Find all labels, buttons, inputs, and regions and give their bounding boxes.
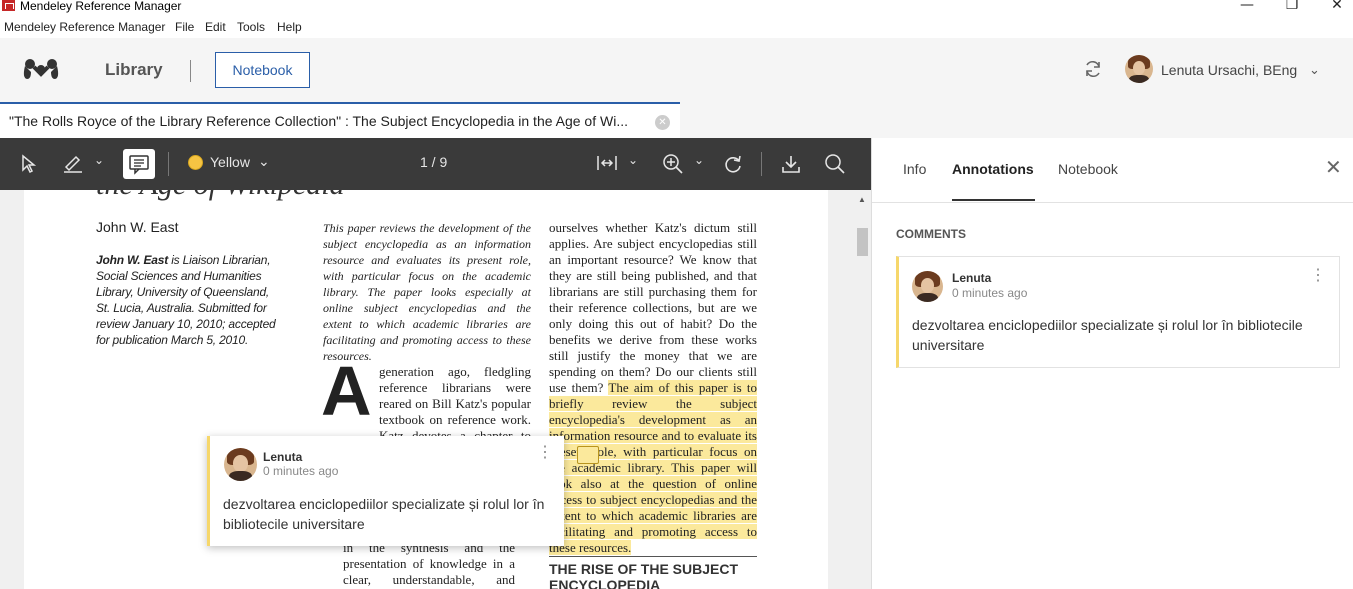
comment-more-icon[interactable]: ⋮ <box>1310 268 1326 284</box>
pdf-author: John W. East <box>96 219 179 235</box>
pdf-bio-text: is Liaison Librarian, Social Sciences an… <box>96 253 276 347</box>
pdf-abstract: This paper reviews the development of th… <box>323 221 531 363</box>
menu-bar: Mendeley Reference Manager File Edit Too… <box>0 18 1353 38</box>
menu-app[interactable]: Mendeley Reference Manager <box>4 20 165 34</box>
chevron-down-icon[interactable]: ⌄ <box>1309 62 1320 78</box>
pdf-bio-name: John W. East <box>96 253 169 267</box>
minimize-button[interactable]: — <box>1224 0 1270 15</box>
nav-library[interactable]: Library <box>105 60 163 80</box>
comments-section-title: COMMENTS <box>896 227 966 241</box>
comment-marker-icon[interactable] <box>577 446 599 464</box>
color-swatch-icon[interactable] <box>188 155 203 170</box>
close-panel-icon[interactable]: ✕ <box>1325 158 1342 178</box>
comment-tool-button[interactable] <box>123 149 155 179</box>
side-panel: Info Annotations Notebook ✕ COMMENTS Len… <box>871 138 1353 589</box>
mendeley-app-icon <box>2 0 15 11</box>
user-avatar[interactable] <box>1125 55 1153 83</box>
document-tab[interactable]: "The Rolls Royce of the Library Referenc… <box>0 102 680 138</box>
pdf-dropcap: A <box>321 352 372 430</box>
commenter-avatar <box>224 448 257 481</box>
download-icon[interactable] <box>780 153 802 178</box>
comment-card[interactable]: Lenuta 0 minutes ago ⋮ dezvoltarea encic… <box>896 256 1340 368</box>
document-tabstrip: "The Rolls Royce of the Library Referenc… <box>0 102 1353 138</box>
toolbar-separator <box>761 152 762 176</box>
scroll-up-icon[interactable]: ▲ <box>858 195 866 204</box>
popup-comment-text[interactable]: dezvoltarea enciclopediilor specializate… <box>223 494 558 534</box>
comment-avatar <box>912 271 943 302</box>
highlighted-text[interactable]: The aim of this paper is to briefly revi… <box>549 380 758 555</box>
pdf-scrollbar[interactable]: ▲ <box>855 190 871 589</box>
header-divider <box>190 60 191 82</box>
pdf-toolbar: ⌄ Yellow ⌄ 1 / 9 ⌄ ⌄ <box>0 138 871 190</box>
tab-info[interactable]: Info <box>903 161 926 177</box>
toolbar-separator <box>168 152 169 176</box>
select-pointer-icon[interactable] <box>20 154 38 177</box>
color-select[interactable]: Yellow <box>210 154 250 170</box>
pdf-text: ourselves whether Katz's dictum still ap… <box>549 220 757 395</box>
highlighter-icon[interactable] <box>62 153 84 176</box>
comment-text: dezvoltarea enciclopediilor specializate… <box>912 317 1303 353</box>
pdf-paragraph-continued: in the synthesis and the presentation of… <box>343 540 515 589</box>
pdf-section-heading: THE RISE OF THE SUBJECT ENCYCLOPEDIA <box>549 561 739 589</box>
window-title: Mendeley Reference Manager <box>20 0 182 13</box>
comment-time: 0 minutes ago <box>952 286 1028 300</box>
mendeley-logo[interactable] <box>22 58 60 80</box>
close-window-button[interactable]: ✕ <box>1314 0 1353 15</box>
fit-chevron-icon[interactable]: ⌄ <box>628 153 638 167</box>
pdf-title-fragment: the Age of Wikipedia <box>96 190 345 202</box>
menu-help[interactable]: Help <box>277 20 302 34</box>
page-indicator[interactable]: 1 / 9 <box>420 154 447 170</box>
document-tab-title: "The Rolls Royce of the Library Referenc… <box>9 113 628 129</box>
tab-annotations[interactable]: Annotations <box>952 161 1034 177</box>
popup-time: 0 minutes ago <box>263 464 339 478</box>
annotation-popup[interactable]: Lenuta 0 minutes ago ⋮ dezvoltarea encic… <box>207 436 564 546</box>
scrollbar-thumb[interactable] <box>857 228 868 256</box>
nav-notebook-button[interactable]: Notebook <box>215 52 310 88</box>
tab-notebook[interactable]: Notebook <box>1058 161 1118 177</box>
user-name[interactable]: Lenuta Ursachi, BEng <box>1161 62 1297 78</box>
sync-icon[interactable] <box>1083 59 1103 79</box>
menu-file[interactable]: File <box>175 20 194 34</box>
menu-edit[interactable]: Edit <box>205 20 226 34</box>
active-tab-indicator <box>952 199 1035 201</box>
color-chevron-icon[interactable]: ⌄ <box>258 153 270 170</box>
rotate-icon[interactable] <box>722 153 744 178</box>
highlighter-chevron-icon[interactable]: ⌄ <box>94 153 104 167</box>
pdf-bio: John W. East is Liaison Librarian, Socia… <box>96 252 278 348</box>
window-titlebar: Mendeley Reference Manager — ❐ ✕ <box>0 0 1353 15</box>
zoom-chevron-icon[interactable]: ⌄ <box>694 153 704 167</box>
zoom-in-icon[interactable] <box>662 153 684 178</box>
close-tab-icon[interactable]: ✕ <box>655 115 670 130</box>
search-icon[interactable] <box>824 153 846 178</box>
fit-width-icon[interactable] <box>596 153 618 176</box>
comment-author: Lenuta <box>952 271 992 285</box>
pdf-rule <box>549 556 757 557</box>
maximize-button[interactable]: ❐ <box>1269 0 1315 15</box>
app-header: Library Notebook Lenuta Ursachi, BEng ⌄ <box>0 38 1353 102</box>
more-options-icon[interactable]: ⋮ <box>537 445 553 461</box>
pdf-column-right: ourselves whether Katz's dictum still ap… <box>549 220 758 556</box>
panel-divider <box>872 202 1353 203</box>
popup-author: Lenuta <box>263 450 303 464</box>
menu-tools[interactable]: Tools <box>237 20 265 34</box>
